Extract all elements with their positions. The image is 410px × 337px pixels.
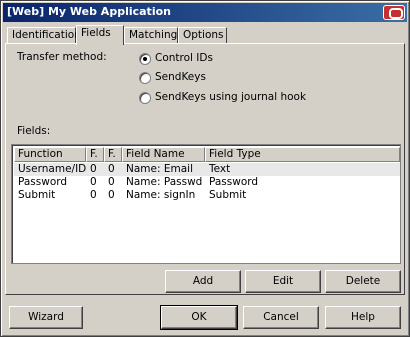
cell-field-name: Name: signIn [126,189,196,201]
tab-identification[interactable]: Identification [7,27,81,44]
fields-label: Fields: [17,125,51,137]
edit-button[interactable]: Edit [245,270,321,293]
tab-matching[interactable]: Matching [124,27,178,44]
cell-f2: 0 [108,176,115,188]
application-window: [Web] My Web Application Identification … [0,0,410,337]
cell-function: Username/ID [18,163,86,175]
delete-button[interactable]: Delete [325,270,401,293]
cell-field-type: Text [209,163,231,175]
radio-control-ids[interactable] [139,53,151,65]
cancel-button[interactable]: Cancel [243,306,319,329]
cell-field-type: Password [209,176,259,188]
column-field-name[interactable]: Field Name [122,147,205,162]
ok-button[interactable]: OK [160,305,238,330]
cell-f1: 0 [90,189,97,201]
window-title: [Web] My Web Application [7,5,171,18]
tab-fields[interactable]: Fields [76,25,124,45]
radio-sendkeys[interactable] [139,72,151,84]
add-button[interactable]: Add [165,270,241,293]
cell-function: Password [18,176,68,188]
column-field-type[interactable]: Field Type [205,147,400,162]
cell-field-name: Name: Passwd [126,176,203,188]
fields-list-header: Function F. F. Field Name Field Type [14,147,400,162]
cell-field-name: Name: Email [126,163,193,175]
cell-f1: 0 [90,176,97,188]
cell-function: Submit [18,189,56,201]
table-row[interactable]: Username/ID 0 0 Name: Email Text [14,163,400,176]
radio-sendkeys-label[interactable]: SendKeys [155,71,206,83]
transfer-method-label: Transfer method: [17,51,107,63]
cell-field-type: Submit [209,189,247,201]
radio-sendkeys-journal-hook-label[interactable]: SendKeys using journal hook [155,91,306,103]
cell-f1: 0 [90,163,97,175]
table-row[interactable]: Password 0 0 Name: Passwd Password [14,176,400,189]
wizard-button[interactable]: Wizard [9,306,83,329]
fields-list[interactable]: Function F. F. Field Name Field Type Use… [11,144,401,264]
title-bar[interactable]: [Web] My Web Application [3,3,407,22]
radio-sendkeys-journal-hook[interactable] [139,92,151,104]
help-button[interactable]: Help [325,306,401,329]
tab-options[interactable]: Options [178,27,227,44]
table-row[interactable]: Submit 0 0 Name: signIn Submit [14,189,400,202]
cell-f2: 0 [108,163,115,175]
column-f2[interactable]: F. [104,147,122,162]
cell-f2: 0 [108,189,115,201]
column-f1[interactable]: F. [86,147,104,162]
close-icon[interactable] [383,5,405,20]
radio-control-ids-label[interactable]: Control IDs [155,52,213,64]
column-function[interactable]: Function [14,147,86,162]
